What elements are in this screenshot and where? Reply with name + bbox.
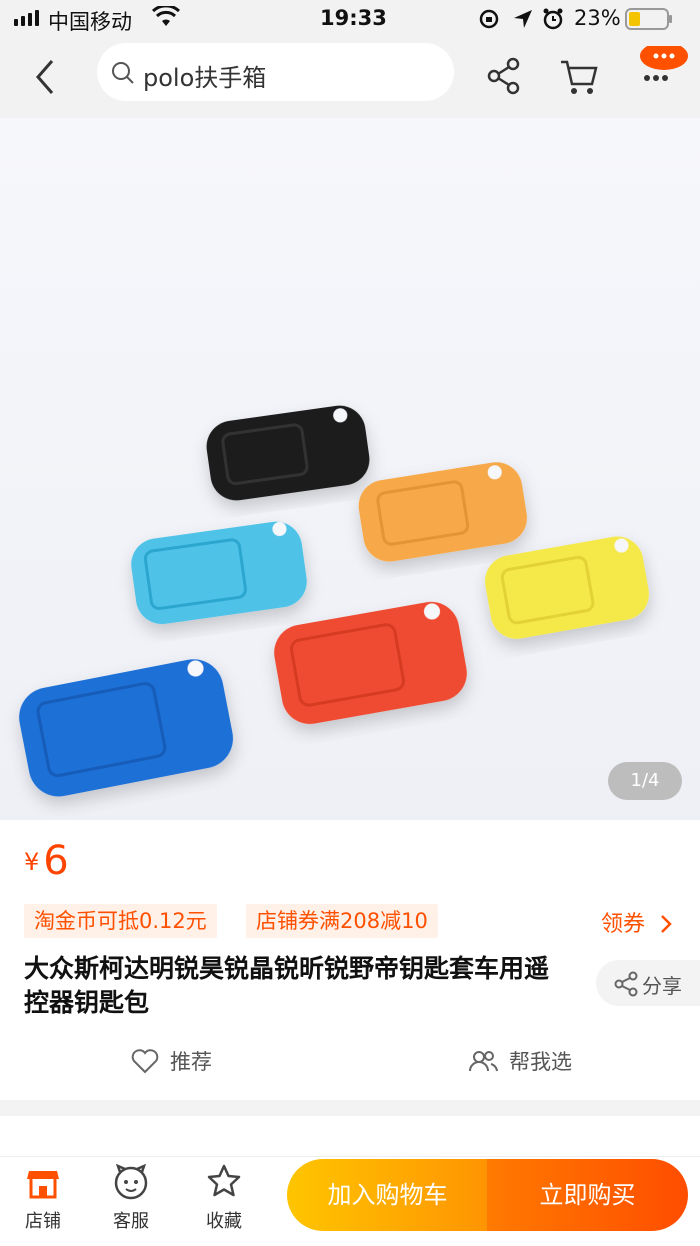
recommend-button[interactable]: 推荐 bbox=[130, 1046, 212, 1079]
alarm-icon bbox=[542, 7, 564, 35]
rotation-lock-icon bbox=[478, 8, 500, 34]
location-icon bbox=[512, 8, 534, 34]
status-bar: 中国移动 19:33 23% bbox=[0, 0, 700, 40]
recommend-label: 推荐 bbox=[170, 1050, 212, 1074]
price-value: 6 bbox=[43, 838, 69, 884]
back-icon[interactable] bbox=[30, 58, 60, 100]
product-image[interactable]: 1/4 bbox=[0, 118, 700, 820]
search-text: polo扶手箱 bbox=[143, 64, 267, 92]
bottom-action-bar: 店铺 客服 收藏 加入购物车 立即购买 bbox=[0, 1156, 700, 1246]
service-icon bbox=[112, 1163, 150, 1205]
signal-icon bbox=[14, 10, 39, 26]
shop-icon bbox=[25, 1165, 61, 1205]
next-section bbox=[0, 1116, 700, 1156]
help-choose-label: 帮我选 bbox=[509, 1050, 572, 1074]
shop-coupon-tag[interactable]: 店铺券满208减10 bbox=[246, 904, 438, 938]
buy-now-button[interactable]: 立即购买 bbox=[487, 1159, 688, 1231]
help-choose-button[interactable]: 帮我选 bbox=[467, 1046, 572, 1079]
get-coupon-link[interactable]: 领券 bbox=[601, 906, 672, 940]
wifi-icon bbox=[151, 4, 181, 32]
carrier-label: 中国移动 bbox=[48, 10, 132, 34]
service-label: 客服 bbox=[113, 1211, 149, 1232]
key-covers-illustration bbox=[19, 405, 649, 797]
clock: 19:33 bbox=[320, 6, 387, 30]
share-icon[interactable] bbox=[487, 57, 521, 99]
share-small-icon bbox=[614, 971, 638, 1001]
get-coupon-label: 领券 bbox=[600, 912, 645, 937]
battery-icon bbox=[625, 8, 673, 36]
search-box[interactable]: polo扶手箱 bbox=[97, 43, 454, 101]
chevron-right-icon bbox=[660, 914, 672, 940]
shop-label: 店铺 bbox=[25, 1211, 61, 1232]
currency-symbol: ¥ bbox=[24, 848, 40, 876]
product-info: ¥6 淘金币可抵0.12元 店铺券满208减10 领券 大众斯柯达明锐昊锐晶锐昕… bbox=[0, 820, 700, 1100]
more-menu-icon[interactable] bbox=[637, 42, 691, 92]
price: ¥6 bbox=[24, 838, 69, 884]
share-button[interactable]: 分享 bbox=[596, 960, 700, 1006]
product-title: 大众斯柯达明锐昊锐晶锐昕锐野帝钥匙套车用遥控器钥匙包 bbox=[24, 954, 550, 1017]
share-label: 分享 bbox=[642, 974, 682, 998]
users-icon bbox=[467, 1048, 499, 1079]
search-icon bbox=[111, 61, 135, 89]
battery-percent: 23% bbox=[574, 6, 621, 30]
coin-discount-tag[interactable]: 淘金币可抵0.12元 bbox=[24, 904, 217, 938]
gallery-pager: 1/4 bbox=[608, 762, 682, 800]
star-icon bbox=[206, 1163, 242, 1203]
favorite-label: 收藏 bbox=[206, 1211, 242, 1232]
top-nav: polo扶手箱 bbox=[0, 40, 700, 118]
cart-icon[interactable] bbox=[559, 57, 599, 101]
heart-icon bbox=[130, 1048, 160, 1079]
add-to-cart-button[interactable]: 加入购物车 bbox=[287, 1159, 488, 1231]
